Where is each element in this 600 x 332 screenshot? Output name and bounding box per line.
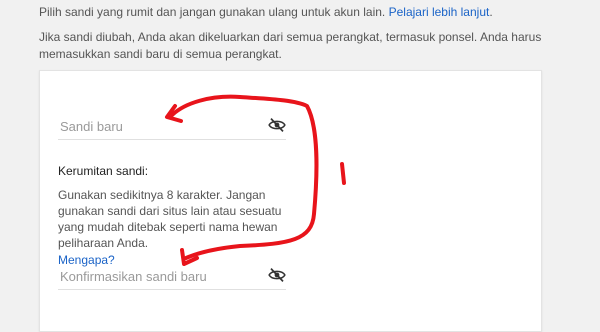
new-password-field xyxy=(58,113,286,140)
new-password-input[interactable] xyxy=(58,115,262,137)
intro-line-1-end: . xyxy=(489,5,493,19)
eye-off-icon[interactable] xyxy=(268,116,286,134)
confirm-password-input[interactable] xyxy=(58,265,262,287)
strength-title: Kerumitan sandi: xyxy=(58,164,149,178)
learn-more-link[interactable]: Pelajari lebih lanjut xyxy=(389,5,490,19)
intro-paragraph-1: Pilih sandi yang rumit dan jangan gunaka… xyxy=(39,4,579,21)
intro-text: Pilih sandi yang rumit dan jangan gunaka… xyxy=(39,4,579,71)
password-card: Kerumitan sandi: Gunakan sedikitnya 8 ka… xyxy=(39,70,542,332)
strength-description: Gunakan sedikitnya 8 karakter. Jangan gu… xyxy=(58,188,282,250)
password-strength: Kerumitan sandi: Gunakan sedikitnya 8 ka… xyxy=(58,164,298,269)
intro-line-1: Pilih sandi yang rumit dan jangan gunaka… xyxy=(39,5,386,19)
eye-off-icon[interactable] xyxy=(268,266,286,284)
confirm-password-field xyxy=(58,263,286,290)
intro-paragraph-2: Jika sandi diubah, Anda akan dikeluarkan… xyxy=(39,30,542,61)
